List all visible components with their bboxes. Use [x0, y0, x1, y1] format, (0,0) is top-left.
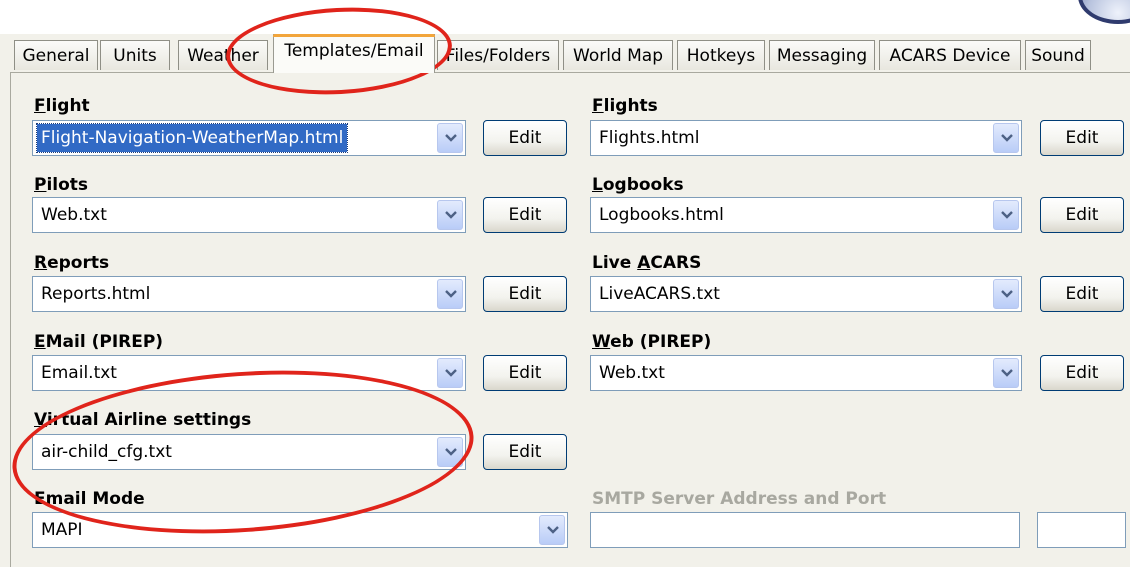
reports-edit-button[interactable]: Edit [483, 276, 567, 312]
flights-template-select[interactable]: Flights.html [590, 120, 1022, 156]
live-acars-template-value: LiveACARS.txt [599, 284, 720, 304]
live-acars-edit-button[interactable]: Edit [1040, 276, 1124, 312]
web-pirep-label: Web (PIREP) [592, 332, 712, 352]
va-settings-template-value: air-child_cfg.txt [41, 442, 172, 462]
va-settings-label: Virtual Airline settings [34, 410, 252, 430]
email-pirep-edit-button[interactable]: Edit [483, 355, 567, 391]
pilots-template-value: Web.txt [41, 205, 107, 225]
tab-messaging[interactable]: Messaging [769, 40, 875, 70]
flight-template-select[interactable]: Flight-Navigation-WeatherMap.html [32, 120, 466, 156]
tab-templates-email[interactable]: Templates/Email [273, 34, 435, 73]
pilots-label: Pilots [34, 175, 89, 195]
logbooks-template-select[interactable]: Logbooks.html [590, 197, 1022, 233]
va-settings-edit-button[interactable]: Edit [483, 434, 567, 470]
web-pirep-template-select[interactable]: Web.txt [590, 355, 1022, 391]
chevron-down-icon[interactable] [437, 437, 463, 467]
email-mode-value: MAPI [41, 520, 83, 540]
flights-label: Flights [592, 96, 658, 116]
tab-bar: General Units Weather Templates/Email Fi… [0, 34, 1130, 74]
chevron-down-icon[interactable] [993, 200, 1019, 230]
chevron-down-icon[interactable] [437, 358, 463, 388]
web-pirep-edit-button[interactable]: Edit [1040, 355, 1124, 391]
logbooks-edit-button[interactable]: Edit [1040, 197, 1124, 233]
email-mode-label: Email Mode [34, 489, 145, 509]
flight-template-value: Flight-Navigation-WeatherMap.html [35, 123, 349, 153]
flight-edit-button[interactable]: Edit [483, 120, 567, 156]
email-mode-select[interactable]: MAPI [32, 512, 568, 548]
chevron-down-icon[interactable] [993, 123, 1019, 153]
web-pirep-template-value: Web.txt [599, 363, 665, 383]
reports-label: Reports [34, 253, 110, 273]
tab-units[interactable]: Units [100, 40, 170, 70]
tab-world-map[interactable]: World Map [563, 40, 673, 70]
logbooks-label: Logbooks [592, 175, 684, 195]
email-pirep-label: EMail (PIREP) [34, 332, 164, 352]
pilots-template-select[interactable]: Web.txt [32, 197, 466, 233]
email-pirep-template-select[interactable]: Email.txt [32, 355, 466, 391]
chevron-down-icon[interactable] [437, 200, 463, 230]
logbooks-template-value: Logbooks.html [599, 205, 724, 225]
tab-acars-device[interactable]: ACARS Device [879, 40, 1021, 70]
live-acars-template-select[interactable]: LiveACARS.txt [590, 276, 1022, 312]
flights-template-value: Flights.html [599, 128, 700, 148]
chevron-down-icon[interactable] [993, 358, 1019, 388]
tab-hotkeys[interactable]: Hotkeys [677, 40, 765, 70]
reports-template-value: Reports.html [41, 284, 151, 304]
chevron-down-icon[interactable] [437, 123, 463, 153]
smtp-label: SMTP Server Address and Port [592, 489, 887, 509]
top-strip [0, 0, 1130, 34]
flights-edit-button[interactable]: Edit [1040, 120, 1124, 156]
chevron-down-icon[interactable] [993, 279, 1019, 309]
smtp-address-input[interactable] [590, 512, 1020, 548]
smtp-port-input[interactable] [1037, 512, 1126, 548]
chevron-down-icon[interactable] [539, 515, 565, 545]
chevron-down-icon[interactable] [437, 279, 463, 309]
reports-template-select[interactable]: Reports.html [32, 276, 466, 312]
email-pirep-template-value: Email.txt [41, 363, 117, 383]
tab-weather[interactable]: Weather [178, 40, 268, 70]
tab-sound[interactable]: Sound [1025, 40, 1091, 70]
va-settings-template-select[interactable]: air-child_cfg.txt [32, 434, 466, 470]
tab-general[interactable]: General [14, 40, 98, 70]
tab-files-folders[interactable]: Files/Folders [437, 40, 559, 70]
live-acars-label: Live ACARS [592, 253, 702, 273]
pilots-edit-button[interactable]: Edit [483, 197, 567, 233]
flight-label: Flight [34, 96, 90, 116]
